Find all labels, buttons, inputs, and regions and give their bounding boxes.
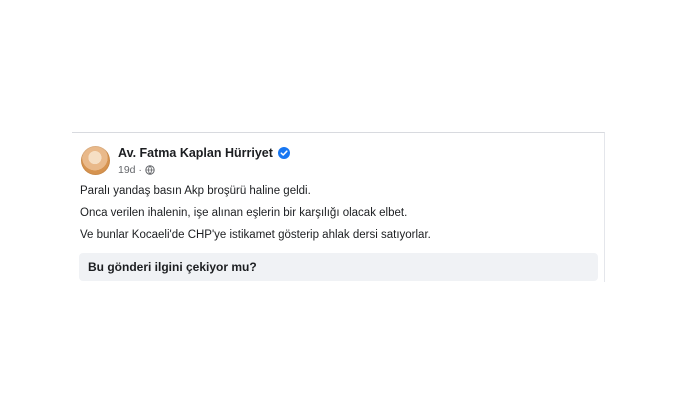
post-timestamp[interactable]: 19d <box>118 164 136 176</box>
post-line-1: Paralı yandaş basın Akp broşürü haline g… <box>80 185 311 197</box>
globe-icon[interactable] <box>145 165 155 175</box>
post-line-2: Onca verilen ihalenin, işe alınan eşleri… <box>80 207 408 219</box>
post-line-3: Ve bunlar Kocaeli'de CHP'ye istikamet gö… <box>80 229 431 241</box>
post-body: Paralı yandaş basın Akp broşürü haline g… <box>80 185 595 251</box>
facebook-post: Av. Fatma Kaplan Hürriyet 19d · Paralı y… <box>72 132 605 282</box>
author-avatar[interactable] <box>81 146 110 175</box>
screenshot-canvas: Av. Fatma Kaplan Hürriyet 19d · Paralı y… <box>0 0 677 415</box>
verified-badge-icon <box>277 147 290 159</box>
author-row: Av. Fatma Kaplan Hürriyet <box>118 146 290 160</box>
interest-prompt: Bu gönderi ilgini çekiyor mu? <box>79 253 598 281</box>
interest-prompt-text: Bu gönderi ilgini çekiyor mu? <box>88 260 257 274</box>
author-name[interactable]: Av. Fatma Kaplan Hürriyet <box>118 146 273 160</box>
meta-separator: · <box>138 164 142 176</box>
post-meta: 19d · <box>118 164 155 176</box>
